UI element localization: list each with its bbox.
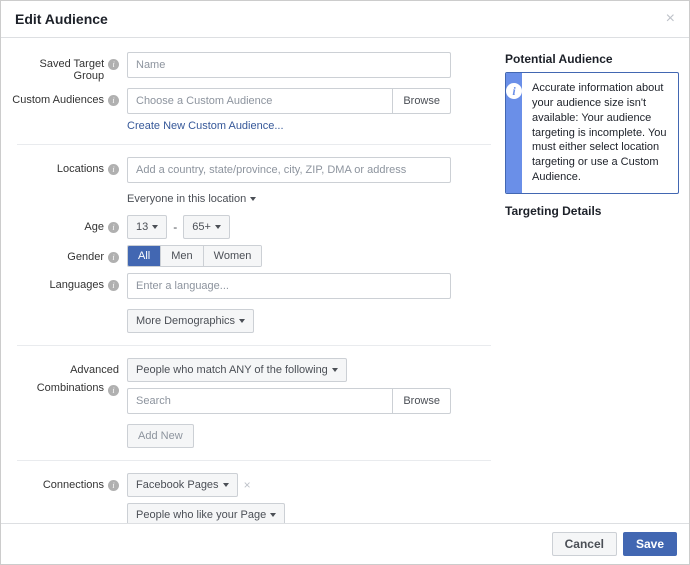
info-icon[interactable] bbox=[108, 222, 119, 233]
languages-input[interactable] bbox=[128, 274, 450, 298]
info-icon[interactable] bbox=[108, 95, 119, 106]
age-dash: - bbox=[173, 220, 177, 234]
label-connections: Connections bbox=[7, 473, 127, 491]
caret-down-icon bbox=[270, 513, 276, 517]
row-advanced-combinations: Advanced Combinations People who match A… bbox=[7, 358, 491, 448]
dropdown-label: Facebook Pages bbox=[136, 479, 219, 491]
save-button[interactable]: Save bbox=[623, 532, 677, 556]
caret-down-icon bbox=[223, 483, 229, 487]
divider bbox=[17, 460, 491, 461]
label-text: Custom Audiences bbox=[12, 94, 104, 106]
dialog-footer: Cancel Save bbox=[1, 523, 689, 564]
adv-search-input[interactable] bbox=[128, 389, 392, 413]
gender-men-button[interactable]: Men bbox=[161, 246, 203, 266]
label-text: Locations bbox=[57, 163, 104, 175]
label-text: Languages bbox=[50, 279, 104, 291]
adv-match-dropdown[interactable]: People who match ANY of the following bbox=[127, 358, 347, 382]
close-icon[interactable]: × bbox=[666, 11, 675, 27]
info-icon[interactable] bbox=[108, 280, 119, 291]
create-custom-audience-link[interactable]: Create New Custom Audience... bbox=[127, 120, 284, 132]
dropdown-label: More Demographics bbox=[136, 315, 235, 327]
more-demographics-dropdown[interactable]: More Demographics bbox=[127, 309, 254, 333]
edit-audience-dialog: Edit Audience × Saved Target Group C bbox=[0, 0, 690, 565]
cancel-button[interactable]: Cancel bbox=[552, 532, 617, 556]
label-languages: Languages bbox=[7, 273, 127, 291]
saved-target-group-input[interactable] bbox=[128, 53, 450, 77]
info-icon[interactable] bbox=[108, 385, 119, 396]
row-locations: Locations Everyone in this location bbox=[7, 157, 491, 209]
connections-type-dropdown[interactable]: Facebook Pages bbox=[127, 473, 238, 497]
label-text: Gender bbox=[67, 251, 104, 263]
label-locations: Locations bbox=[7, 157, 127, 175]
age-max-value: 65+ bbox=[192, 221, 211, 233]
row-age: Age 13 - 65+ bbox=[7, 215, 491, 239]
age-max-dropdown[interactable]: 65+ bbox=[183, 215, 230, 239]
connections-relation-dropdown[interactable]: People who like your Page bbox=[127, 503, 285, 523]
adv-search-input-wrap: Browse bbox=[127, 388, 451, 414]
label-text: Advanced bbox=[70, 364, 119, 377]
saved-target-group-input-wrap bbox=[127, 52, 451, 78]
caret-down-icon bbox=[250, 197, 256, 201]
label-text: Combinations bbox=[37, 382, 104, 395]
custom-audience-input[interactable] bbox=[128, 89, 392, 113]
remove-connection-type-icon[interactable]: × bbox=[238, 478, 257, 492]
custom-audience-input-wrap: Browse bbox=[127, 88, 451, 114]
label-age: Age bbox=[7, 215, 127, 233]
dropdown-label: People who like your Page bbox=[136, 509, 266, 521]
info-icon: i bbox=[506, 83, 522, 99]
caret-down-icon bbox=[239, 319, 245, 323]
alert-message: Accurate information about your audience… bbox=[522, 73, 678, 193]
browse-button[interactable]: Browse bbox=[392, 389, 450, 413]
row-custom-audiences: Custom Audiences Browse Create New Custo… bbox=[7, 88, 491, 132]
targeting-details-title: Targeting Details bbox=[505, 204, 679, 218]
row-gender: Gender All Men Women bbox=[7, 245, 491, 267]
potential-audience-title: Potential Audience bbox=[505, 52, 679, 66]
label-gender: Gender bbox=[7, 245, 127, 263]
caret-down-icon bbox=[332, 368, 338, 372]
gender-women-button[interactable]: Women bbox=[204, 246, 262, 266]
label-saved-target-group: Saved Target Group bbox=[7, 52, 127, 82]
gender-segmented: All Men Women bbox=[127, 245, 262, 267]
dropdown-label: Everyone in this location bbox=[127, 193, 246, 205]
locations-input[interactable] bbox=[128, 158, 450, 182]
dialog-header: Edit Audience × bbox=[1, 1, 689, 38]
info-icon[interactable] bbox=[108, 480, 119, 491]
age-min-dropdown[interactable]: 13 bbox=[127, 215, 167, 239]
form-column: Saved Target Group Custom Audiences bbox=[1, 38, 501, 523]
audience-alert: i Accurate information about your audien… bbox=[505, 72, 679, 194]
caret-down-icon bbox=[215, 225, 221, 229]
info-icon[interactable] bbox=[108, 164, 119, 175]
dialog-body: Saved Target Group Custom Audiences bbox=[1, 38, 689, 523]
divider bbox=[17, 345, 491, 346]
gender-all-button[interactable]: All bbox=[128, 246, 161, 266]
languages-input-wrap bbox=[127, 273, 451, 299]
row-languages: Languages More Demographics bbox=[7, 273, 491, 333]
label-text: Connections bbox=[43, 479, 104, 491]
label-text: Saved Target Group bbox=[7, 58, 104, 82]
dropdown-label: People who match ANY of the following bbox=[136, 364, 328, 376]
dialog-title: Edit Audience bbox=[15, 11, 108, 27]
add-new-button[interactable]: Add New bbox=[127, 424, 194, 448]
sidebar-column: Potential Audience i Accurate informatio… bbox=[501, 38, 689, 523]
info-icon[interactable] bbox=[108, 252, 119, 263]
divider bbox=[17, 144, 491, 145]
age-min-value: 13 bbox=[136, 221, 148, 233]
info-icon[interactable] bbox=[108, 59, 119, 70]
alert-sidebar: i bbox=[506, 73, 522, 193]
row-saved-target-group: Saved Target Group bbox=[7, 52, 491, 82]
row-connections: Connections Facebook Pages × People who … bbox=[7, 473, 491, 523]
locations-input-wrap bbox=[127, 157, 451, 183]
label-advanced-combinations: Advanced Combinations bbox=[7, 358, 127, 396]
locations-scope-dropdown[interactable]: Everyone in this location bbox=[127, 189, 256, 209]
browse-button[interactable]: Browse bbox=[392, 89, 450, 113]
caret-down-icon bbox=[152, 225, 158, 229]
label-custom-audiences: Custom Audiences bbox=[7, 88, 127, 106]
label-text: Age bbox=[84, 221, 104, 233]
